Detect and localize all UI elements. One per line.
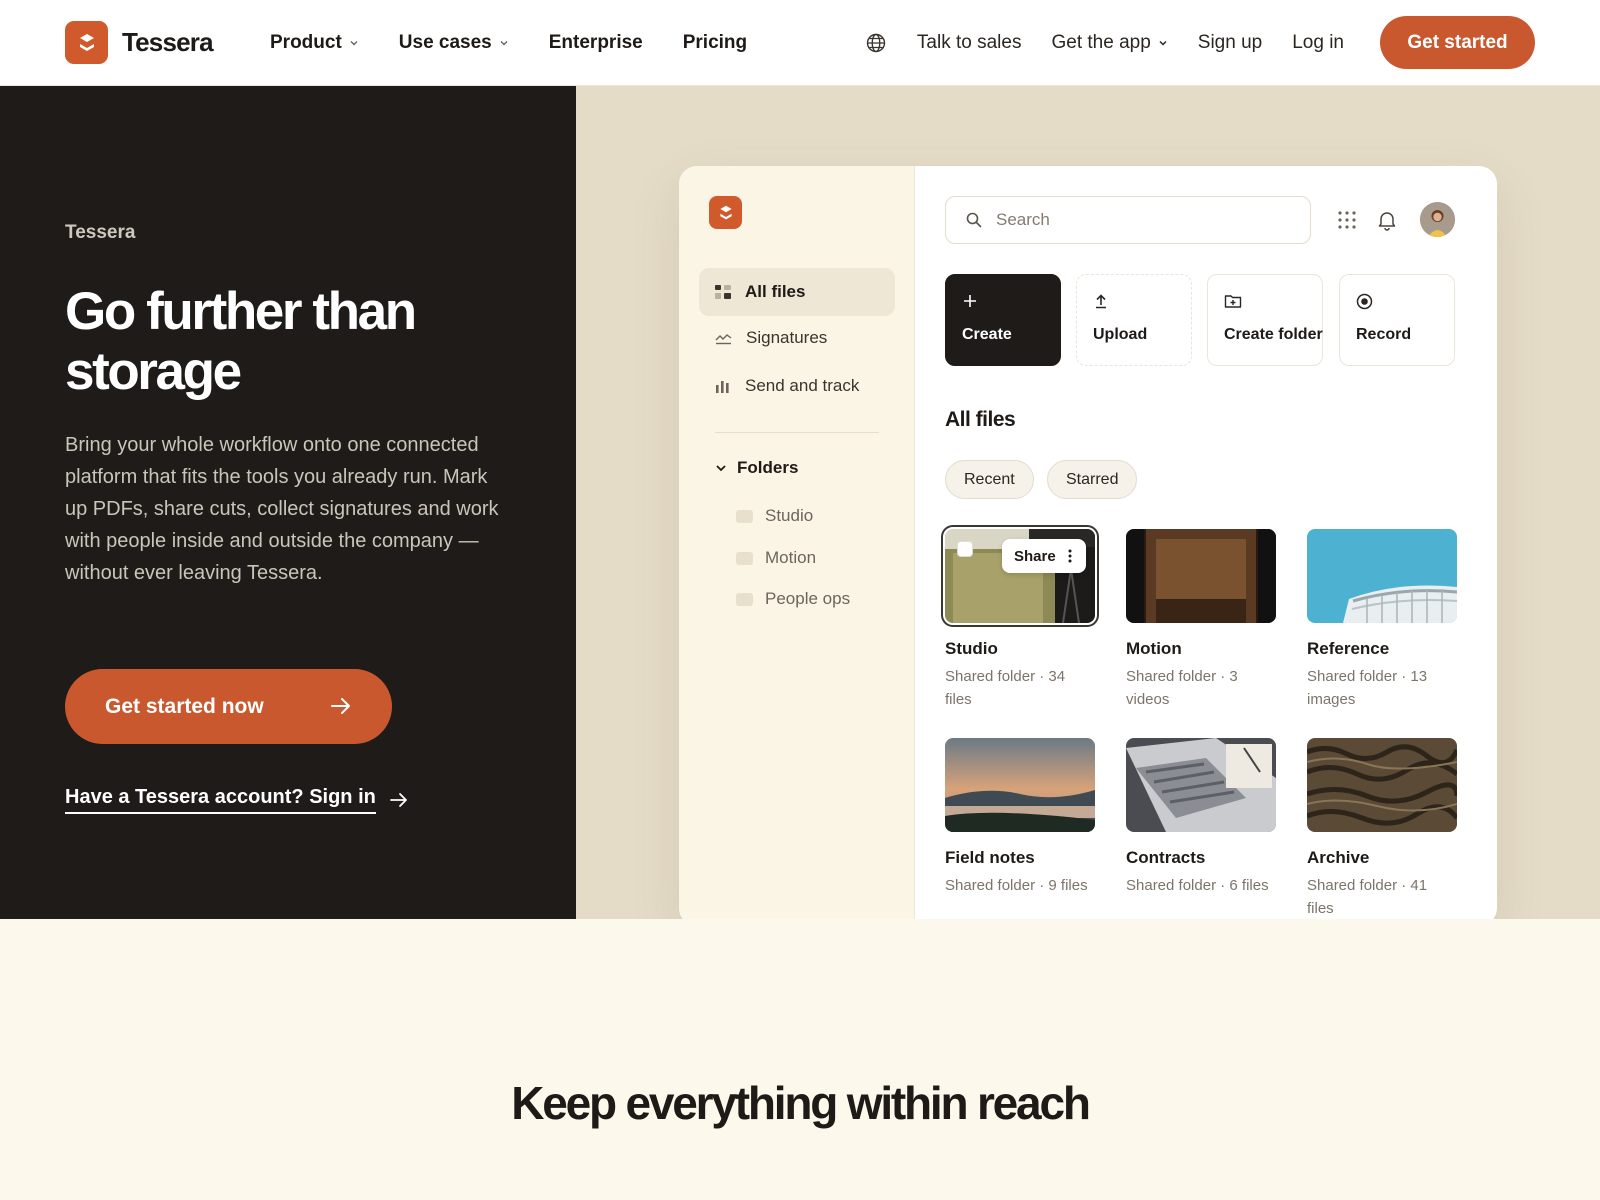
top-nav: Tessera Product Use cases Enterprise Pri… xyxy=(0,0,1600,86)
share-popover[interactable]: Share xyxy=(1002,539,1086,573)
folder-item-studio[interactable]: Studio xyxy=(736,506,813,526)
nav-use-cases[interactable]: Use cases xyxy=(399,32,509,54)
file-card-field-notes[interactable]: Field notes Shared folder · 9 files xyxy=(945,738,1097,897)
globe-icon[interactable] xyxy=(865,32,887,54)
secondary-nav: Talk to sales Get the app Sign up Log in xyxy=(865,0,1344,86)
sidebar-item-send-and-track[interactable]: Send and track xyxy=(699,362,895,410)
file-meta: Shared folder · 13 images xyxy=(1307,668,1428,708)
sign-up-link[interactable]: Sign up xyxy=(1198,32,1262,54)
section-title: All files xyxy=(945,408,1016,431)
nav-product[interactable]: Product xyxy=(270,32,359,54)
folder-icon xyxy=(736,592,753,606)
more-vertical-icon xyxy=(1068,549,1072,563)
folder-icon xyxy=(736,509,753,523)
logo-icon[interactable] xyxy=(709,196,742,229)
file-title: Studio xyxy=(945,639,998,658)
sidebar-item-signatures[interactable]: Signatures xyxy=(699,314,895,362)
file-title: Field notes xyxy=(945,848,1035,867)
file-thumbnail: Share xyxy=(941,525,1099,627)
file-title: Archive xyxy=(1307,848,1370,867)
hero-title: Go further than storage xyxy=(65,282,417,401)
create-action[interactable]: Create xyxy=(945,274,1061,366)
sidebar-item-all-files[interactable]: All files xyxy=(699,268,895,316)
folder-item-motion[interactable]: Motion xyxy=(736,548,816,568)
app-sidebar: All files Signatures Send and track Fold… xyxy=(679,166,915,919)
chevron-down-icon xyxy=(350,41,358,46)
search-input[interactable] xyxy=(996,210,1296,230)
app-main: Create Upload Create folder Record All f… xyxy=(915,166,1497,919)
bell-icon[interactable] xyxy=(1376,209,1398,231)
search-box xyxy=(945,196,1311,244)
file-meta: Shared folder · 3 videos xyxy=(1126,668,1238,708)
create-folder-action[interactable]: Create folder xyxy=(1207,274,1323,366)
get-app-menu[interactable]: Get the app xyxy=(1051,32,1167,54)
folder-plus-icon xyxy=(1224,295,1242,308)
file-card-reference[interactable]: Reference Shared folder · 13 images xyxy=(1307,529,1459,711)
upload-action[interactable]: Upload xyxy=(1076,274,1192,366)
filter-chip-starred[interactable]: Starred xyxy=(1047,460,1138,499)
brand-logo[interactable]: Tessera xyxy=(65,21,214,64)
file-meta: Shared folder · 9 files xyxy=(945,877,1088,894)
arrow-right-icon xyxy=(389,793,407,807)
record-icon xyxy=(1356,293,1373,310)
apps-grid-icon[interactable] xyxy=(1336,209,1358,231)
plus-icon xyxy=(964,295,976,307)
search-icon xyxy=(966,212,982,228)
section-heading: Keep everything within reach xyxy=(511,1077,1091,1129)
file-thumbnail xyxy=(1307,738,1457,832)
file-thumbnail xyxy=(945,738,1095,832)
hero-copy: Tessera Go further than storage Bring yo… xyxy=(0,86,576,919)
talk-to-sales-link[interactable]: Talk to sales xyxy=(917,32,1022,54)
hero-visual: All files Signatures Send and track Fold… xyxy=(576,86,1600,919)
primary-nav: Product Use cases Enterprise Pricing xyxy=(270,0,747,86)
app-window: All files Signatures Send and track Fold… xyxy=(679,166,1497,919)
file-card-motion[interactable]: Motion Shared folder · 3 videos xyxy=(1126,529,1278,711)
chevron-down-icon xyxy=(1159,40,1167,46)
log-in-link[interactable]: Log in xyxy=(1292,32,1344,54)
file-meta: Shared folder · 34 files xyxy=(945,668,1066,708)
file-thumbnail xyxy=(1126,738,1276,832)
brand-name: Tessera xyxy=(122,27,214,57)
hero-description: Bring your whole workflow onto one conne… xyxy=(65,434,499,584)
grid-icon xyxy=(715,285,731,299)
file-meta: Shared folder · 41 files xyxy=(1307,877,1428,917)
chevron-down-icon xyxy=(500,41,508,46)
bar-chart-icon xyxy=(716,381,729,393)
chevron-down-icon xyxy=(716,465,726,472)
logo-icon xyxy=(65,21,108,64)
file-thumbnail xyxy=(1126,529,1276,623)
file-thumbnail xyxy=(1307,529,1457,623)
sign-in-link[interactable]: Have a Tessera account? Sign in xyxy=(65,786,408,814)
nav-enterprise[interactable]: Enterprise xyxy=(549,32,643,54)
signature-icon xyxy=(715,334,732,345)
filter-chip-recent[interactable]: Recent xyxy=(945,460,1034,499)
user-avatar[interactable] xyxy=(1420,202,1455,237)
get-started-button[interactable]: Get started xyxy=(1380,16,1535,69)
folder-item-people-ops[interactable]: People ops xyxy=(736,589,850,609)
hero-eyebrow: Tessera xyxy=(65,222,136,243)
upload-icon xyxy=(1096,294,1106,309)
file-card-studio[interactable]: Share Studio Shared folder · 34 files xyxy=(941,525,1099,711)
arrow-right-icon xyxy=(331,698,350,714)
folders-toggle[interactable]: Folders xyxy=(715,458,798,478)
file-meta: Shared folder · 6 files xyxy=(1126,877,1269,894)
folder-icon xyxy=(736,551,753,565)
file-title: Motion xyxy=(1126,639,1182,658)
file-title: Reference xyxy=(1307,639,1390,658)
nav-pricing[interactable]: Pricing xyxy=(683,32,747,54)
file-title: Contracts xyxy=(1126,848,1206,867)
file-card-contracts[interactable]: Contracts Shared folder · 6 files xyxy=(1126,738,1278,897)
sidebar-divider xyxy=(715,432,879,433)
select-checkbox[interactable] xyxy=(957,541,973,557)
get-started-now-button[interactable]: Get started now xyxy=(65,669,392,744)
record-action[interactable]: Record xyxy=(1339,274,1455,366)
file-card-archive[interactable]: Archive Shared folder · 41 files xyxy=(1307,738,1459,919)
